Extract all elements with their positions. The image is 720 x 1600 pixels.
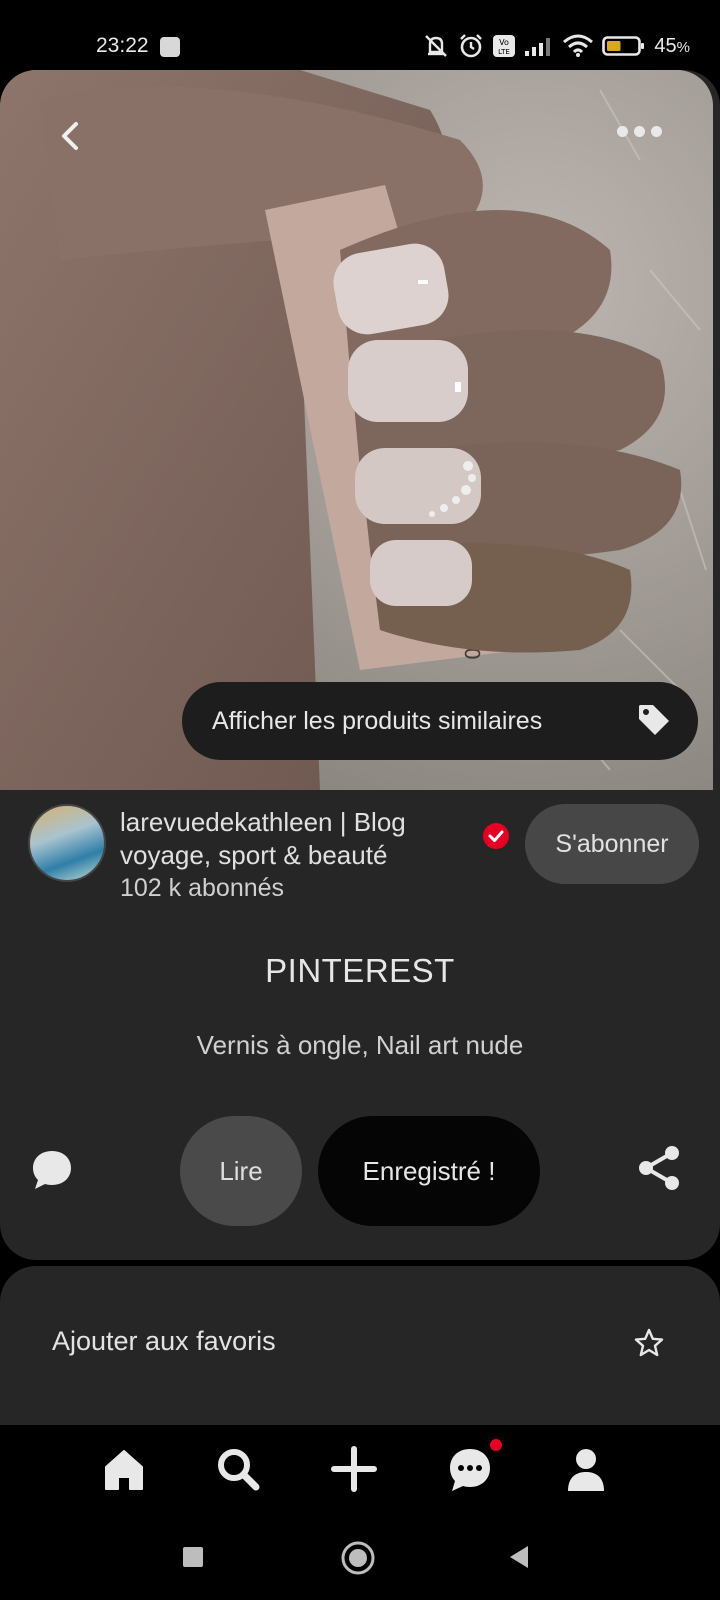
- svg-text:Vo: Vo: [500, 38, 510, 47]
- nav-home[interactable]: [100, 1445, 148, 1493]
- search-icon: [218, 1449, 260, 1491]
- follow-button[interactable]: S'abonner: [525, 804, 699, 884]
- tag-icon: [639, 705, 669, 735]
- bottom-navigation: [0, 1425, 720, 1520]
- read-button[interactable]: Lire: [180, 1116, 302, 1226]
- system-navigation: [0, 1520, 720, 1600]
- comment-icon: [33, 1151, 71, 1189]
- chevron-left-icon: [62, 122, 78, 150]
- battery-icon: [602, 36, 645, 56]
- messages-icon: [450, 1449, 490, 1491]
- back-button[interactable]: [52, 116, 88, 156]
- verified-badge-icon: [483, 823, 509, 849]
- recents-icon[interactable]: [180, 1544, 206, 1570]
- battery-unit: %: [676, 38, 690, 56]
- nav-create[interactable]: [330, 1445, 378, 1493]
- options-card: Ajouter aux favoris: [0, 1266, 720, 1426]
- star-icon[interactable]: [634, 1328, 664, 1358]
- alarm-icon: [460, 34, 483, 58]
- author-avatar[interactable]: [28, 804, 106, 882]
- author-followers: 102 k abonnés: [120, 874, 285, 902]
- signal-icon: [525, 38, 551, 56]
- status-bar: 23:22 Vo LTE 45%: [0, 0, 720, 72]
- nav-profile[interactable]: [562, 1445, 610, 1493]
- mute-icon: [425, 35, 448, 57]
- add-to-favorites-label[interactable]: Ajouter aux favoris: [52, 1326, 276, 1357]
- more-icon-dot: [634, 126, 645, 137]
- similar-products-label: Afficher les produits similaires: [212, 706, 543, 735]
- volte-icon: Vo LTE: [493, 35, 516, 57]
- battery-percent: 45: [654, 34, 677, 57]
- author-name[interactable]: larevuedekathleen | Blog voyage, sport &…: [120, 806, 460, 872]
- profile-icon: [568, 1449, 604, 1491]
- more-options-button[interactable]: [617, 126, 665, 146]
- notification-icon: [160, 37, 180, 57]
- back-triangle-icon[interactable]: [506, 1544, 532, 1570]
- home-circle-icon[interactable]: [340, 1540, 376, 1576]
- more-icon-dot: [617, 126, 628, 137]
- status-icons: Vo LTE 45%: [422, 32, 690, 60]
- status-time: 23:22: [96, 34, 149, 57]
- pin-title: PINTEREST: [265, 952, 455, 989]
- nav-messages[interactable]: [446, 1445, 494, 1493]
- home-icon: [105, 1450, 143, 1490]
- share-icon: [639, 1146, 679, 1190]
- create-icon: [331, 1446, 377, 1492]
- pin-card: odriguez 002 fl: [0, 70, 720, 1260]
- pin-description: Vernis à ongle, Nail art nude: [196, 1030, 524, 1060]
- svg-text:LTE: LTE: [499, 48, 511, 56]
- nav-search[interactable]: [214, 1445, 262, 1493]
- wifi-icon: [563, 34, 594, 57]
- comment-button[interactable]: [30, 1148, 74, 1192]
- more-icon-dot: [651, 126, 662, 137]
- saved-button[interactable]: Enregistré !: [318, 1116, 540, 1226]
- similar-products-button[interactable]: Afficher les produits similaires: [182, 682, 698, 760]
- share-button[interactable]: [636, 1144, 682, 1192]
- messages-notification-dot: [490, 1439, 502, 1451]
- pin-image[interactable]: odriguez 002 fl: [0, 70, 713, 790]
